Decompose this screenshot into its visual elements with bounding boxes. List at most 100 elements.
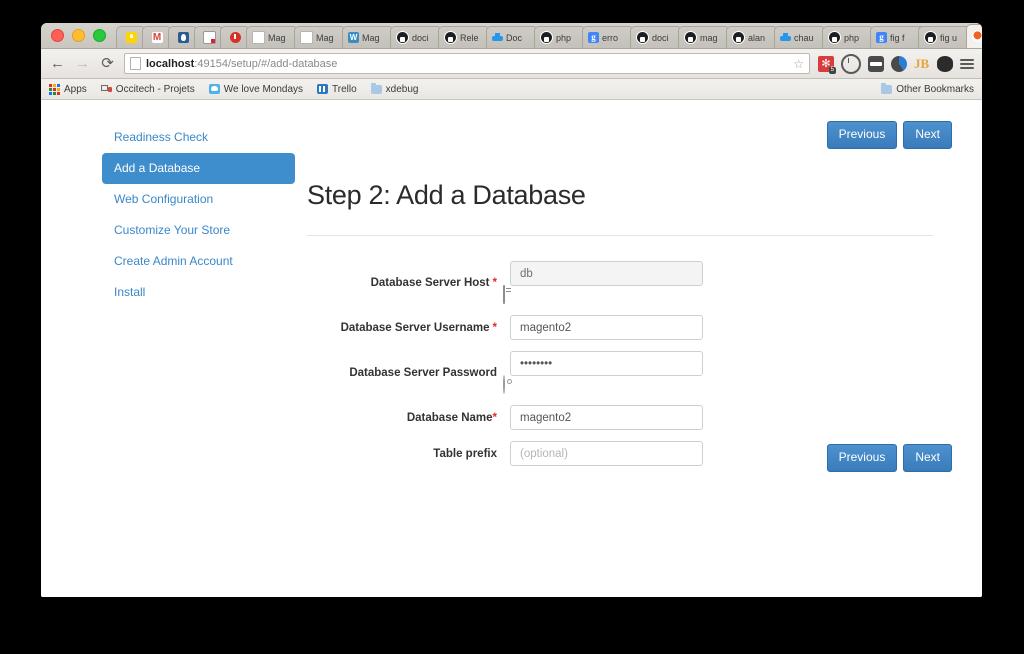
bookmark-apps[interactable]: Apps bbox=[49, 83, 87, 95]
sidebar-item-add-a-database[interactable]: Add a Database bbox=[102, 153, 295, 184]
browser-tab-label: erro bbox=[602, 32, 619, 43]
browser-tab-label: mag bbox=[700, 32, 718, 43]
docker-icon bbox=[492, 32, 503, 43]
sidebar-item-label: Web Configuration bbox=[114, 192, 214, 206]
database-name-input[interactable] bbox=[510, 405, 703, 430]
browser-tab-label: Doc bbox=[506, 32, 523, 43]
record-icon bbox=[229, 32, 241, 43]
url-path: :49154/setup/#/add-database bbox=[194, 57, 338, 70]
browser-tab[interactable]: doci bbox=[390, 26, 442, 48]
next-button-top[interactable]: Next bbox=[903, 121, 952, 149]
browser-tab[interactable]: Doc bbox=[486, 26, 538, 48]
field-label: Database Server Username * bbox=[307, 321, 510, 335]
bookmark-other-bookmarks[interactable]: Other Bookmarks bbox=[881, 82, 974, 95]
browser-tab[interactable]: doci bbox=[630, 26, 682, 48]
lightbulb-icon bbox=[125, 32, 137, 43]
browser-tab[interactable]: Mag bbox=[294, 26, 346, 48]
browser-tab-label: doci bbox=[412, 32, 429, 43]
browser-tab-label: chau bbox=[794, 32, 814, 43]
field-label: Database Server Password bbox=[307, 366, 510, 380]
hamburger-menu-icon[interactable] bbox=[960, 56, 974, 72]
browser-tab[interactable]: M× bbox=[966, 24, 982, 48]
field-wrapper bbox=[510, 441, 703, 466]
colorzilla-extension-icon[interactable] bbox=[891, 55, 907, 72]
adblock-extension-icon[interactable]: ✻ 5 bbox=[818, 55, 836, 74]
browser-tab[interactable]: mag bbox=[678, 26, 730, 48]
back-arrow-icon[interactable]: ← bbox=[49, 55, 66, 72]
sidebar-item-label: Install bbox=[114, 285, 146, 299]
sidebar-item-customize-your-store[interactable]: Customize Your Store bbox=[102, 215, 295, 246]
browser-tab-label: Rele bbox=[460, 32, 479, 43]
lastpass-extension-icon[interactable] bbox=[868, 55, 884, 72]
browser-tab[interactable]: Mag bbox=[246, 26, 298, 48]
previous-button-bottom[interactable]: Previous bbox=[826, 444, 898, 472]
bookmark-star-icon[interactable]: ☆ bbox=[793, 57, 804, 71]
bookmark-label: Occitech - Projets bbox=[115, 83, 195, 95]
google-icon: g bbox=[876, 32, 887, 43]
browser-tab[interactable]: php bbox=[534, 26, 586, 48]
previous-button-top[interactable]: Previous bbox=[826, 121, 898, 149]
sidebar-item-label: Add a Database bbox=[114, 161, 201, 175]
sidebar-item-label: Readiness Check bbox=[114, 130, 209, 144]
apps-grid-icon bbox=[49, 83, 60, 95]
add-database-form: Database Server Host*Database Server Use… bbox=[307, 261, 933, 466]
bookmark-label: Apps bbox=[64, 83, 87, 95]
form-row: Database Name* bbox=[307, 405, 933, 430]
folder-icon bbox=[370, 82, 382, 94]
github-icon bbox=[540, 31, 553, 44]
reload-icon[interactable]: ⟳ bbox=[99, 55, 116, 72]
browser-toolbar: ← → ⟳ localhost:49154/setup/#/add-databa… bbox=[41, 49, 982, 79]
database-server-password-input[interactable] bbox=[510, 351, 703, 376]
browser-tab-label: Mag bbox=[362, 32, 380, 43]
close-window-button[interactable] bbox=[51, 29, 64, 42]
field-label-text: Database Server Host bbox=[370, 276, 490, 289]
browser-tab-label: alan bbox=[748, 32, 766, 43]
browser-tab[interactable]: g fig f bbox=[870, 26, 922, 48]
browser-tab[interactable]: chau bbox=[774, 26, 826, 48]
form-row: Database Server Username * bbox=[307, 315, 933, 340]
jetbrains-extension-icon[interactable]: JB bbox=[914, 56, 930, 72]
sidebar-item-install[interactable]: Install bbox=[102, 277, 295, 308]
database-server-host-input[interactable] bbox=[510, 261, 703, 286]
field-label-text: Database Server Password bbox=[349, 366, 497, 379]
bookmark-label: Other Bookmarks bbox=[896, 83, 974, 95]
devtools-icon bbox=[202, 31, 216, 44]
address-bar[interactable]: localhost:49154/setup/#/add-database ☆ bbox=[124, 53, 810, 74]
table-prefix-input[interactable] bbox=[510, 441, 703, 466]
sidebar-item-create-admin-account[interactable]: Create Admin Account bbox=[102, 246, 295, 277]
maximize-window-button[interactable] bbox=[93, 29, 106, 42]
browser-tab[interactable]: W Mag bbox=[342, 26, 394, 48]
sidebar-item-readiness-check[interactable]: Readiness Check bbox=[102, 122, 295, 153]
database-server-username-input[interactable] bbox=[510, 315, 703, 340]
bookmark-we-love-mondays[interactable]: We love Mondays bbox=[208, 84, 303, 95]
page-content: Previous Next Readiness Check Add a Datab… bbox=[41, 100, 982, 597]
page-info-icon[interactable] bbox=[130, 57, 141, 70]
sidebar-item-label: Customize Your Store bbox=[114, 223, 231, 237]
folder-icon bbox=[881, 82, 893, 94]
browser-tab-label: Mag bbox=[316, 32, 334, 43]
pocket-extension-icon[interactable] bbox=[937, 55, 953, 72]
forward-arrow-icon[interactable]: → bbox=[74, 55, 91, 72]
magento-icon bbox=[972, 31, 982, 42]
sidebar-item-web-configuration[interactable]: Web Configuration bbox=[102, 184, 295, 215]
minimize-window-button[interactable] bbox=[72, 29, 85, 42]
browser-tab[interactable]: g erro bbox=[582, 26, 634, 48]
window-traffic-lights bbox=[47, 23, 116, 48]
github-icon bbox=[396, 31, 409, 44]
bookmark-trello[interactable]: Trello bbox=[317, 84, 357, 95]
main-panel: Step 2: Add a Database Database Server H… bbox=[307, 180, 933, 477]
google-icon: g bbox=[588, 32, 599, 43]
bookmark-occitech-projets[interactable]: Occitech - Projets bbox=[100, 83, 195, 95]
browser-tab[interactable]: fig u bbox=[918, 26, 970, 48]
github-icon bbox=[444, 31, 457, 44]
field-wrapper bbox=[510, 315, 703, 340]
browser-tab[interactable]: php bbox=[822, 26, 874, 48]
field-label: Database Name* bbox=[307, 411, 510, 425]
docker-icon bbox=[780, 32, 791, 43]
bookmark-xdebug[interactable]: xdebug bbox=[370, 82, 418, 95]
page-title: Step 2: Add a Database bbox=[307, 180, 586, 210]
browser-tab[interactable]: alan bbox=[726, 26, 778, 48]
history-clock-extension-icon[interactable] bbox=[841, 53, 861, 74]
next-button-bottom[interactable]: Next bbox=[903, 444, 952, 472]
browser-tab[interactable]: Rele bbox=[438, 26, 490, 48]
